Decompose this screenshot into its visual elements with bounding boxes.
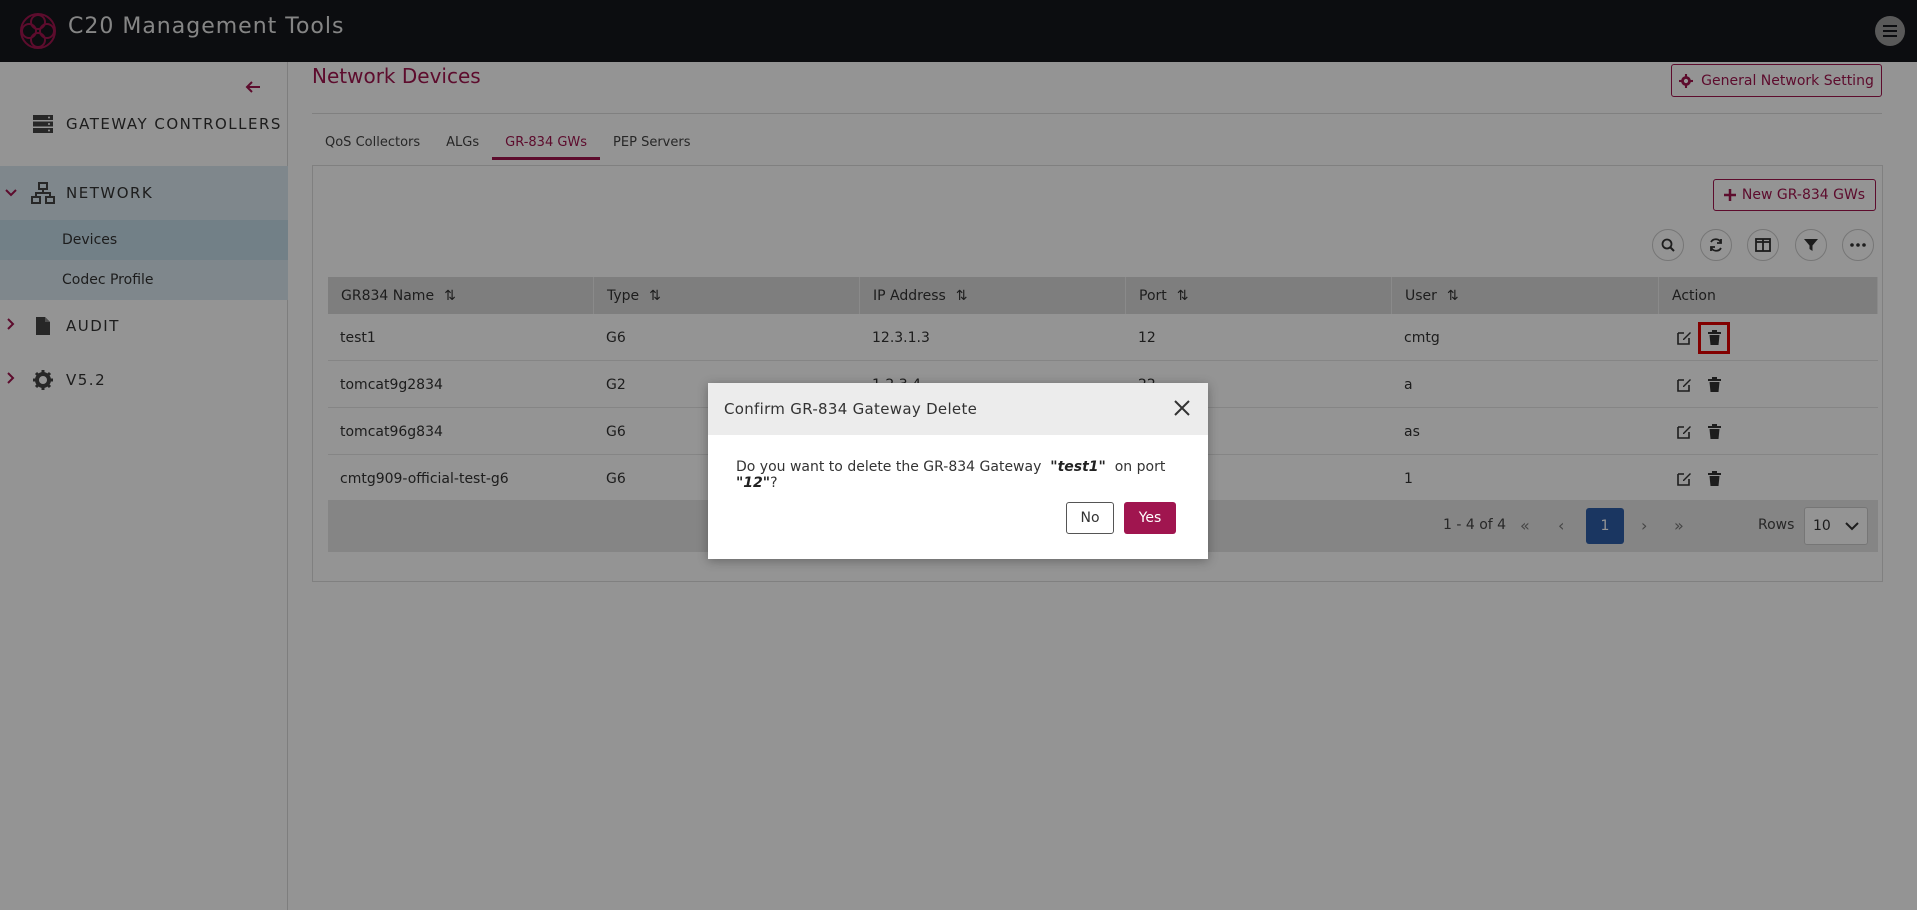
gateway-port: "12"	[736, 475, 771, 491]
yes-button[interactable]: Yes	[1124, 502, 1176, 534]
confirm-delete-dialog: Confirm GR-834 Gateway Delete Do you wan…	[708, 383, 1208, 559]
gateway-name: "test1"	[1050, 459, 1106, 475]
no-button[interactable]: No	[1066, 502, 1114, 534]
dialog-title: Confirm GR-834 Gateway Delete	[708, 383, 1208, 435]
close-icon[interactable]	[1170, 396, 1194, 420]
dialog-message: Do you want to delete the GR-834 Gateway…	[736, 459, 1166, 491]
